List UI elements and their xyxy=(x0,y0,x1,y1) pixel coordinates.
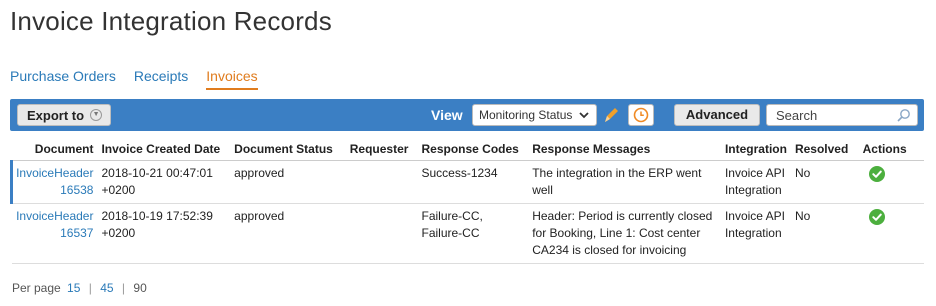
pager-separator: | xyxy=(88,281,92,295)
column-header-response-messages[interactable]: Response Messages xyxy=(528,138,721,161)
integration-line: Invoice API xyxy=(724,166,785,180)
check-circle-icon[interactable] xyxy=(868,166,885,182)
tab-receipts[interactable]: Receipts xyxy=(134,68,188,90)
created-timezone: +0200 xyxy=(101,183,136,197)
tab-bar: Purchase Orders Receipts Invoices xyxy=(10,68,276,90)
advanced-button[interactable]: Advanced xyxy=(674,104,760,126)
records-table: Document Invoice Created Date Document S… xyxy=(10,138,924,264)
response-codes: Success-1234 xyxy=(417,160,529,204)
response-message-line: well xyxy=(532,183,553,197)
response-codes: Failure-CC, Failure-CC xyxy=(417,203,529,264)
table-row[interactable]: InvoiceHeader 16537 2018-10-19 17:52:39 … xyxy=(11,203,924,264)
pagination: Per page 15 | 45 | 90 xyxy=(12,281,150,295)
column-header-document[interactable]: Document xyxy=(11,138,98,161)
export-button[interactable]: Export to ▼ xyxy=(17,104,112,126)
response-code: Failure-CC, xyxy=(421,209,483,223)
resolved: No xyxy=(790,160,859,204)
column-header-response-codes[interactable]: Response Codes xyxy=(417,138,529,161)
response-messages: Header: Period is currently closed for B… xyxy=(528,203,721,264)
document-id: 16537 xyxy=(60,226,94,240)
per-page-option-90[interactable]: 90 xyxy=(133,281,146,295)
created-timezone: +0200 xyxy=(101,226,136,240)
integration: Invoice API Integration xyxy=(720,160,791,204)
actions-cell xyxy=(858,160,924,204)
invoice-created-date: 2018-10-21 00:47:01 +0200 xyxy=(97,160,231,204)
export-button-label: Export to xyxy=(27,107,85,123)
tab-purchase-orders[interactable]: Purchase Orders xyxy=(10,68,116,90)
toolbar: Export to ▼ View Monitoring Status Advan… xyxy=(10,99,924,131)
column-header-integration[interactable]: Integration xyxy=(720,138,791,161)
pencil-icon[interactable] xyxy=(602,105,620,125)
response-message-line: for Booking, Line 1: Cost center xyxy=(532,226,701,240)
view-select-value: Monitoring Status xyxy=(479,108,573,122)
page-title: Invoice Integration Records xyxy=(10,6,332,36)
table-header-row: Document Invoice Created Date Document S… xyxy=(11,138,924,161)
column-header-actions: Actions xyxy=(858,138,924,161)
column-header-document-status[interactable]: Document Status xyxy=(230,138,346,161)
integration-line: Integration xyxy=(724,183,782,197)
search-icon[interactable] xyxy=(896,108,911,123)
requester xyxy=(345,160,418,204)
response-code: Success-1234 xyxy=(421,166,498,180)
document-status: approved xyxy=(230,203,346,264)
view-label: View xyxy=(431,107,463,123)
document-id: 16538 xyxy=(60,183,94,197)
pager-separator: | xyxy=(121,281,126,295)
chevron-down-icon xyxy=(579,112,589,119)
document-type: InvoiceHeader xyxy=(16,209,94,223)
created-datetime: 2018-10-21 00:47:01 xyxy=(101,166,213,180)
column-header-invoice-created-date[interactable]: Invoice Created Date xyxy=(97,138,231,161)
document-link[interactable]: InvoiceHeader 16537 xyxy=(11,203,98,264)
document-status: approved xyxy=(230,160,346,204)
actions-cell xyxy=(858,203,924,264)
per-page-option-15[interactable]: 15 xyxy=(67,281,80,295)
search-input[interactable] xyxy=(776,107,886,123)
response-message-line: Header: Period is currently closed xyxy=(532,209,713,223)
per-page-option-45[interactable]: 45 xyxy=(100,281,113,295)
clock-button[interactable] xyxy=(628,104,654,126)
check-circle-icon[interactable] xyxy=(868,209,885,225)
integration-line: Integration xyxy=(724,226,782,240)
table-row[interactable]: InvoiceHeader 16538 2018-10-21 00:47:01 … xyxy=(10,160,924,204)
response-message-line: CA234 is closed for invoicing xyxy=(532,243,687,257)
search-box xyxy=(766,104,918,126)
created-datetime: 2018-10-19 17:52:39 xyxy=(101,209,213,223)
invoice-created-date: 2018-10-19 17:52:39 +0200 xyxy=(97,203,231,264)
document-type: InvoiceHeader xyxy=(16,166,94,180)
response-messages: The integration in the ERP went well xyxy=(528,160,721,204)
per-page-label: Per page xyxy=(12,281,61,295)
response-code: Failure-CC xyxy=(421,226,480,240)
clock-icon xyxy=(633,107,649,123)
column-header-requester[interactable]: Requester xyxy=(345,138,418,161)
document-link[interactable]: InvoiceHeader 16538 xyxy=(10,160,98,204)
response-message-line: The integration in the ERP went xyxy=(532,166,702,180)
requester xyxy=(345,203,418,264)
integration-line: Invoice API xyxy=(724,209,785,223)
tab-invoices[interactable]: Invoices xyxy=(206,68,258,90)
resolved: No xyxy=(790,203,859,264)
column-header-resolved[interactable]: Resolved xyxy=(790,138,859,161)
view-select[interactable]: Monitoring Status xyxy=(472,104,597,126)
integration: Invoice API Integration xyxy=(720,203,791,264)
chevron-down-icon: ▼ xyxy=(90,109,103,121)
